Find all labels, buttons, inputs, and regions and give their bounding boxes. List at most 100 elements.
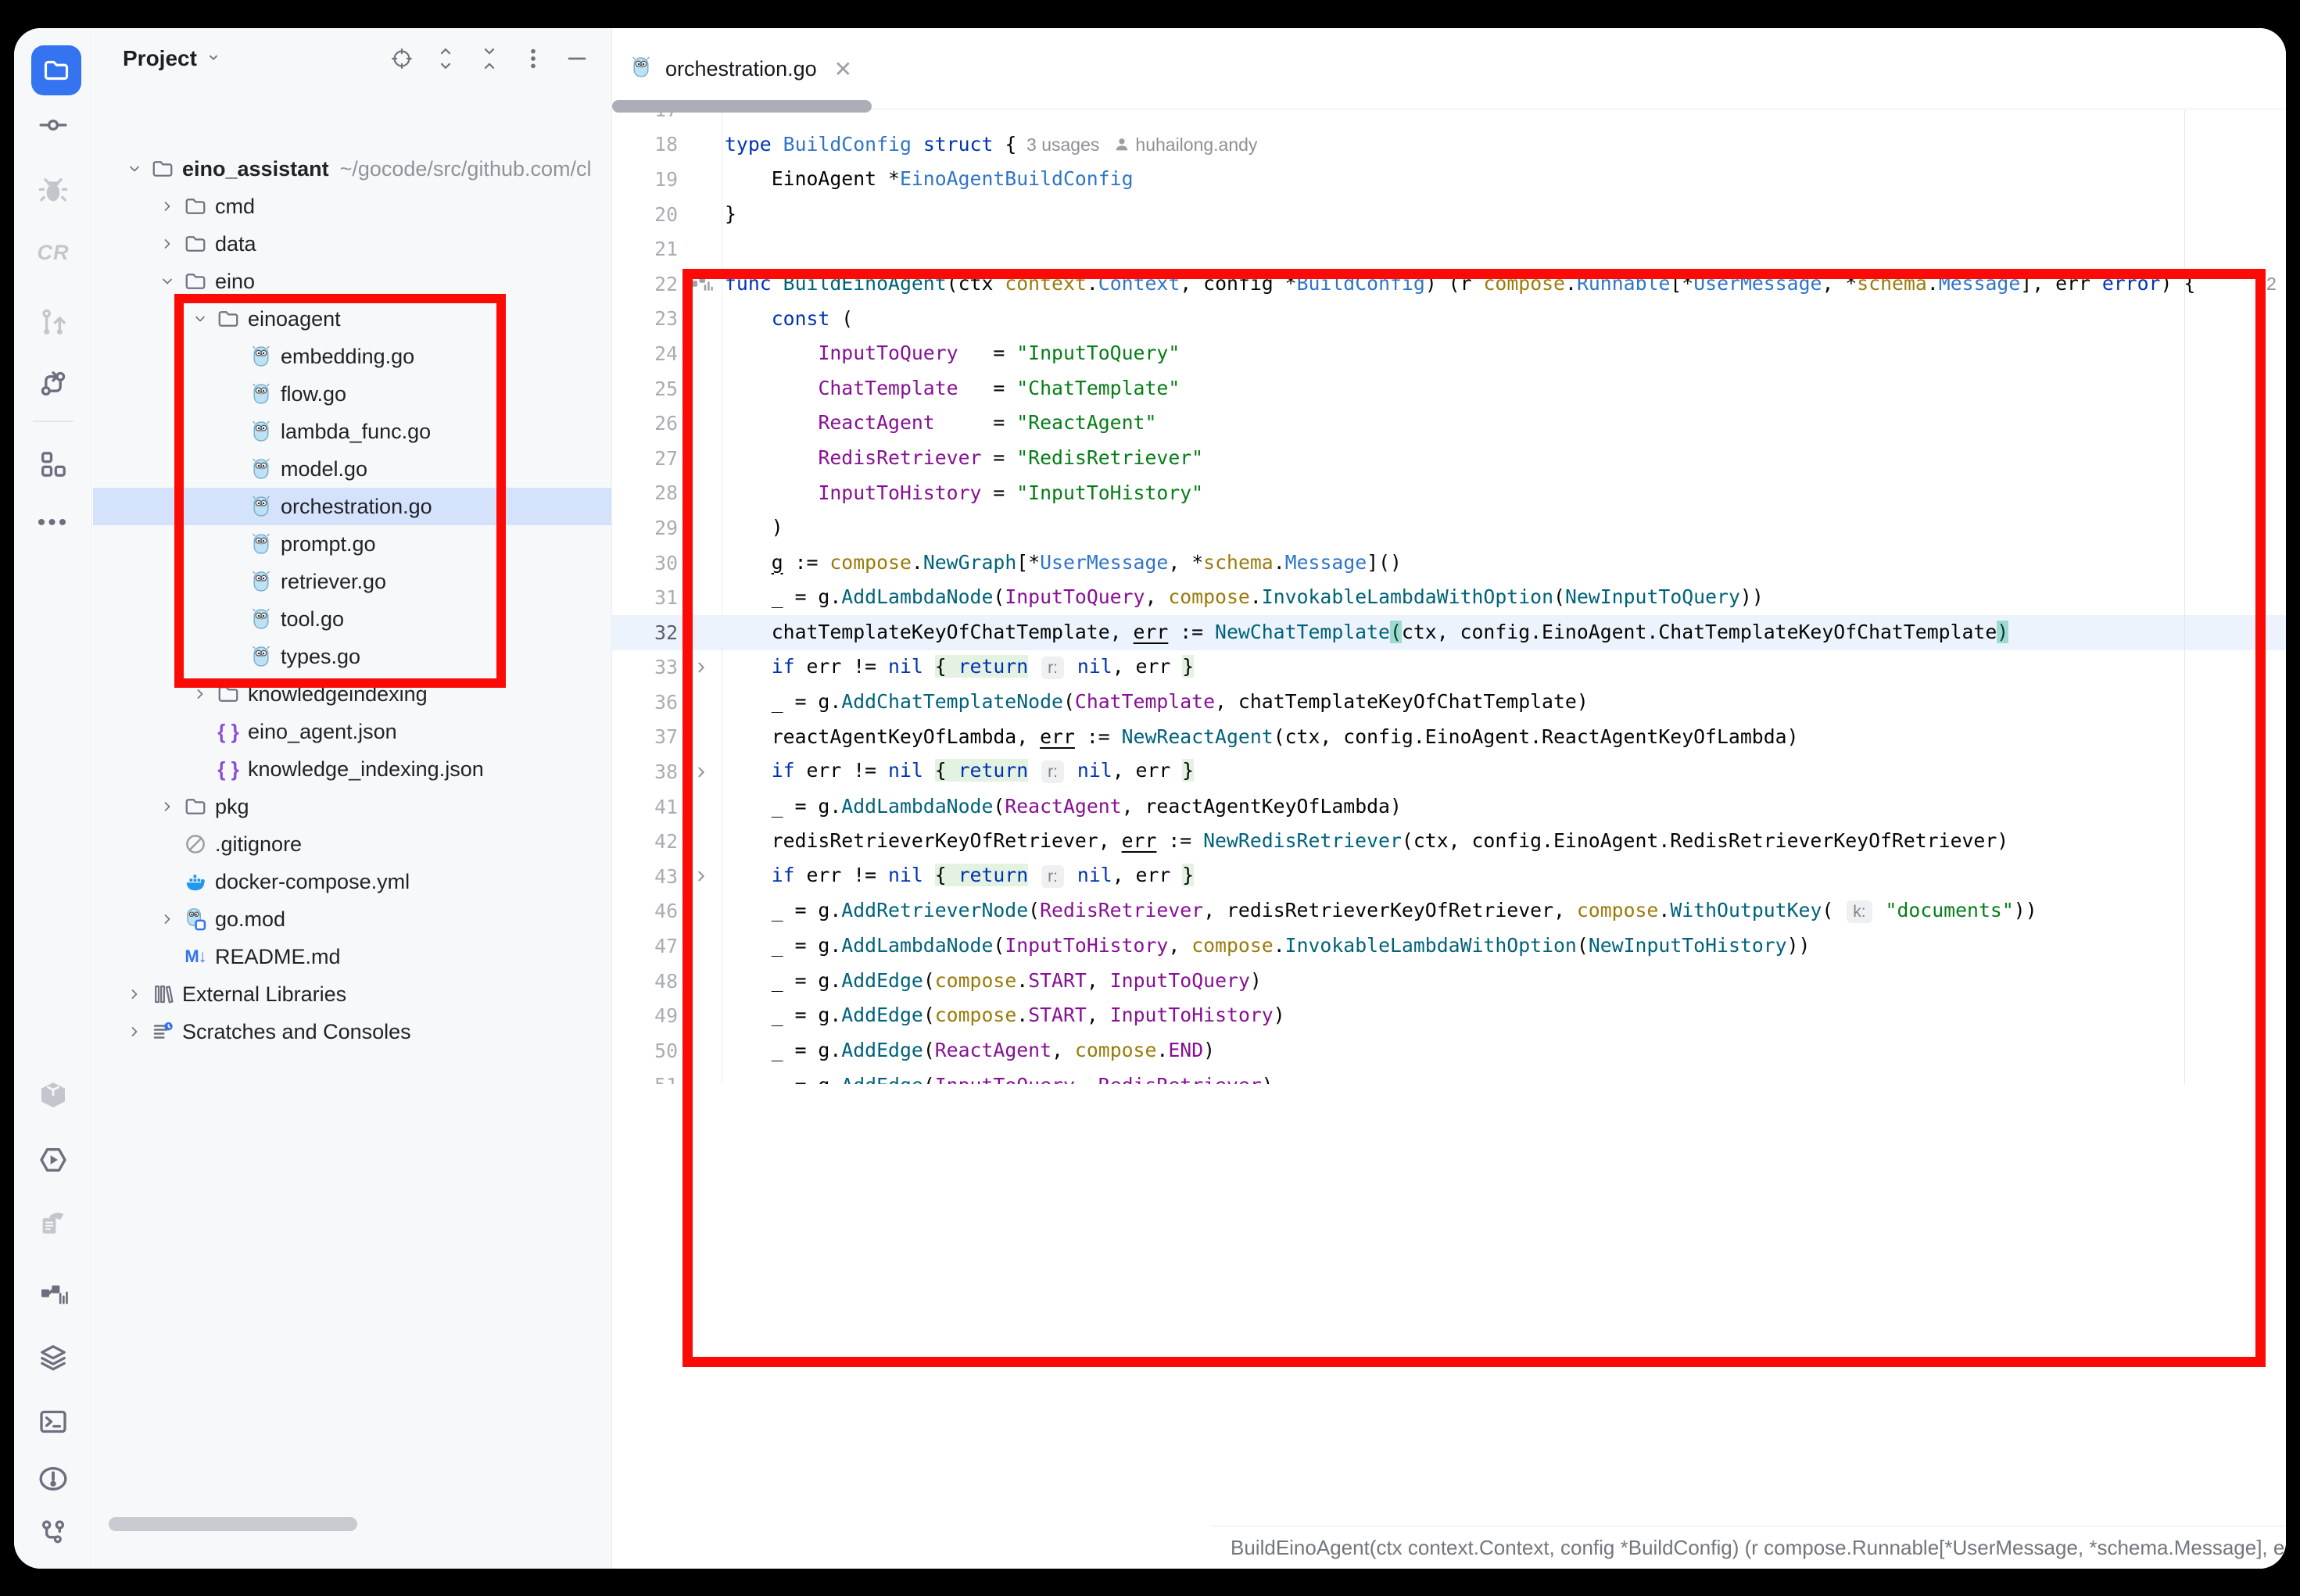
pull-request-icon[interactable] xyxy=(36,305,70,339)
line-number: 20 xyxy=(612,203,678,226)
code-line-26[interactable]: 26 ReactAgent = "ReactAgent" xyxy=(612,406,2286,441)
tree-item-external-libraries[interactable]: External Libraries xyxy=(93,975,611,1013)
version-control-icon[interactable] xyxy=(36,1515,70,1550)
chevron-collapsed-icon[interactable] xyxy=(156,232,179,256)
project-horizontal-scrollbar[interactable] xyxy=(109,1517,357,1531)
tree-item-types-go[interactable]: types.go xyxy=(93,638,611,675)
code-line-38[interactable]: 38 if err != nil { return r: nil, err } xyxy=(612,754,2286,789)
code-text: redisRetrieverKeyOfRetriever, err := New… xyxy=(725,824,2008,859)
code-line-23[interactable]: 23 const ( xyxy=(612,302,2286,337)
expand-all-icon[interactable] xyxy=(433,46,458,71)
tab-close-icon[interactable]: ✕ xyxy=(834,56,852,82)
chevron-expanded-icon[interactable] xyxy=(188,307,212,331)
problems-icon[interactable] xyxy=(36,1462,70,1496)
tree-item-pkg[interactable]: pkg xyxy=(93,788,611,825)
tree-item-model-go[interactable]: model.go xyxy=(93,450,611,488)
dependencies-icon[interactable] xyxy=(36,1078,70,1112)
code-line-51[interactable]: 51 _ = g.AddEdge(InputToQuery, RedisRetr… xyxy=(612,1068,2286,1084)
chevron-collapsed-icon[interactable] xyxy=(156,907,179,931)
tab-orchestration-go[interactable]: orchestration.go ✕ xyxy=(629,28,852,109)
tree-item-eino-assistant[interactable]: eino_assistant~/gocode/src/github.com/cl xyxy=(93,150,611,188)
code-line-32[interactable]: 32 chatTemplateKeyOfChatTemplate, err :=… xyxy=(612,615,2286,650)
tree-item-label: orchestration.go xyxy=(281,495,432,519)
chevron-collapsed-icon[interactable] xyxy=(156,195,179,218)
chevron-expanded-icon[interactable] xyxy=(123,157,146,181)
code-line-41[interactable]: 41 _ = g.AddLambdaNode(ReactAgent, react… xyxy=(612,789,2286,825)
code-line-31[interactable]: 31 _ = g.AddLambdaNode(InputToQuery, com… xyxy=(612,580,2286,615)
tree-item-scratches-and-consoles[interactable]: Scratches and Consoles xyxy=(93,1013,611,1050)
code-viewport[interactable]: 17 18 type BuildConfig struct { 3 usages… xyxy=(612,110,2286,1084)
tree-item-tool-go[interactable]: tool.go xyxy=(93,600,611,638)
tree-item-lambda-func-go[interactable]: lambda_func.go xyxy=(93,413,611,450)
commit-icon[interactable] xyxy=(36,108,70,142)
tree-item-flow-go[interactable]: flow.go xyxy=(93,375,611,413)
chevron-collapsed-icon[interactable] xyxy=(188,682,212,706)
tree-item-einoagent[interactable]: einoagent xyxy=(93,300,611,338)
fold-collapsed-icon[interactable] xyxy=(678,866,725,886)
tree-item--gitignore[interactable]: .gitignore xyxy=(93,825,611,863)
more-icon[interactable]: ••• xyxy=(36,506,70,540)
fold-collapsed-icon[interactable] xyxy=(678,657,725,678)
code-line-28[interactable]: 28 InputToHistory = "InputToHistory" xyxy=(612,476,2286,511)
tab-scrollbar-thumb[interactable] xyxy=(612,100,872,113)
code-line-29[interactable]: 29 ) xyxy=(612,510,2286,546)
code-line-47[interactable]: 47 _ = g.AddLambdaNode(InputToHistory, c… xyxy=(612,929,2286,964)
code-line-22[interactable]: 22 func BuildEinoAgent(ctx context.Conte… xyxy=(612,267,2286,302)
collapse-all-icon[interactable] xyxy=(477,46,502,71)
chevron-collapsed-icon[interactable] xyxy=(156,795,179,818)
gopher-icon xyxy=(248,531,274,557)
options-kebab-icon[interactable] xyxy=(521,46,546,71)
profiler-icon[interactable] xyxy=(36,1275,70,1309)
terminal-icon[interactable] xyxy=(36,1405,70,1439)
code-line-25[interactable]: 25 ChatTemplate = "ChatTemplate" xyxy=(612,371,2286,406)
code-review-icon[interactable]: CR xyxy=(36,235,70,270)
chevron-collapsed-icon[interactable] xyxy=(123,1020,146,1043)
run-anything-icon[interactable] xyxy=(36,1143,70,1177)
debug-icon[interactable] xyxy=(36,174,70,208)
fold-collapsed-icon[interactable] xyxy=(678,762,725,782)
tree-item-embedding-go[interactable]: embedding.go xyxy=(93,338,611,375)
project-panel-title[interactable]: Project xyxy=(123,46,197,71)
code-line-30[interactable]: 30 g := compose.NewGraph[*UserMessage, *… xyxy=(612,546,2286,581)
tree-item-prompt-go[interactable]: prompt.go xyxy=(93,525,611,563)
tree-item-knowledge-indexing-json[interactable]: { }knowledge_indexing.json xyxy=(93,750,611,788)
code-line-46[interactable]: 46 _ = g.AddRetrieverNode(RedisRetriever… xyxy=(612,894,2286,929)
tree-item-eino-agent-json[interactable]: { }eino_agent.json xyxy=(93,713,611,750)
code-line-43[interactable]: 43 if err != nil { return r: nil, err } xyxy=(612,859,2286,894)
tree-item-data[interactable]: data xyxy=(93,225,611,263)
code-line-36[interactable]: 36 _ = g.AddChatTemplateNode(ChatTemplat… xyxy=(612,685,2286,720)
tree-item-go-mod[interactable]: go.mod xyxy=(93,900,611,938)
line-number: 48 xyxy=(612,970,678,993)
code-line-18[interactable]: 18 type BuildConfig struct { 3 usageshuh… xyxy=(612,127,2286,163)
documentation-icon[interactable] xyxy=(36,1206,70,1240)
code-line-48[interactable]: 48 _ = g.AddEdge(compose.START, InputToQ… xyxy=(612,964,2286,999)
code-line-17[interactable]: 17 xyxy=(612,110,2286,127)
tree-item-cmd[interactable]: cmd xyxy=(93,188,611,225)
git-graph-icon[interactable] xyxy=(36,367,70,401)
chevron-collapsed-icon[interactable] xyxy=(123,982,146,1006)
code-line-21[interactable]: 21 xyxy=(612,231,2286,267)
code-text: _ = g.AddLambdaNode(ReactAgent, reactAge… xyxy=(725,789,1402,825)
code-line-33[interactable]: 33 if err != nil { return r: nil, err } xyxy=(612,650,2286,685)
tree-item-docker-compose-yml[interactable]: docker-compose.yml xyxy=(93,863,611,900)
tree-item-knowledgeindexing[interactable]: knowledgeindexing xyxy=(93,675,611,713)
structure-icon[interactable] xyxy=(36,447,70,481)
folder-icon xyxy=(182,231,209,257)
code-line-42[interactable]: 42 redisRetrieverKeyOfRetriever, err := … xyxy=(612,824,2286,859)
tree-item-orchestration-go[interactable]: orchestration.go xyxy=(93,488,611,525)
locate-icon[interactable] xyxy=(389,46,414,71)
tree-item-readme-md[interactable]: M↓README.md xyxy=(93,938,611,975)
tree-item-retriever-go[interactable]: retriever.go xyxy=(93,563,611,600)
code-line-37[interactable]: 37 reactAgentKeyOfLambda, err := NewReac… xyxy=(612,720,2286,755)
code-line-24[interactable]: 24 InputToQuery = "InputToQuery" xyxy=(612,336,2286,371)
code-line-50[interactable]: 50 _ = g.AddEdge(ReactAgent, compose.END… xyxy=(612,1033,2286,1068)
chevron-expanded-icon[interactable] xyxy=(156,270,179,293)
code-line-27[interactable]: 27 RedisRetriever = "RedisRetriever" xyxy=(612,441,2286,476)
services-icon[interactable] xyxy=(36,1340,70,1374)
code-line-49[interactable]: 49 _ = g.AddEdge(compose.START, InputToH… xyxy=(612,998,2286,1033)
hide-panel-icon[interactable] xyxy=(564,46,589,71)
tree-item-eino[interactable]: eino xyxy=(93,263,611,300)
project-folder-icon[interactable] xyxy=(31,45,81,95)
code-line-19[interactable]: 19 EinoAgent *EinoAgentBuildConfig xyxy=(612,162,2286,197)
code-line-20[interactable]: 20 } xyxy=(612,197,2286,232)
